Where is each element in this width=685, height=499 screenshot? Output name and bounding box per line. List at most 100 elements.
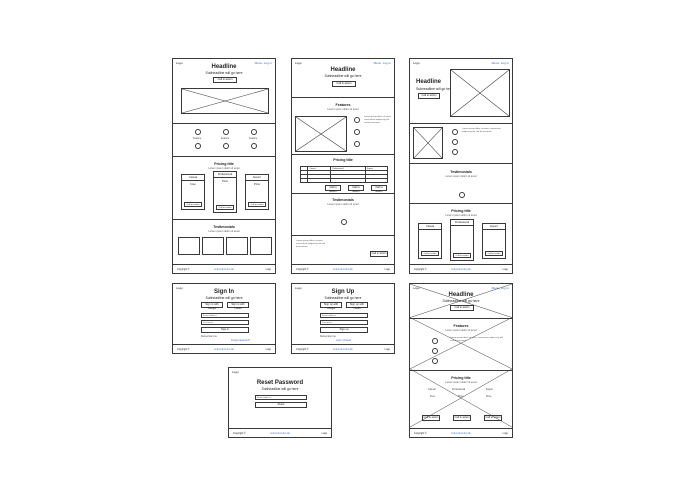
testimonial-card: [202, 237, 224, 255]
footer-logo: Logo: [321, 432, 327, 435]
pricing-table-section: Pricing title Casual Professional Expert C…: [292, 154, 394, 193]
feature-icon: [432, 338, 438, 344]
password-field[interactable]: Password: [201, 320, 249, 325]
twitter-signin-button[interactable]: Sign in with Twitter: [227, 302, 249, 310]
footer-links[interactable]: Link Link Link Link: [410, 432, 512, 435]
footer: Copyright © Link Link Link Link Logo: [173, 344, 275, 353]
nav-links[interactable]: Menu, Log in: [492, 286, 509, 290]
plan-button[interactable]: Call to action: [248, 202, 266, 207]
remember-me[interactable]: Remember me: [320, 335, 336, 338]
about-text: Lorem ipsum dolor sit amet, consectetur …: [296, 240, 326, 248]
remember-me[interactable]: Remember me: [201, 335, 217, 338]
wireframe-rejected-landing: Logo Menu, Log in Headline Subheadline w…: [409, 283, 513, 438]
feature-image-placeholder: [413, 127, 443, 159]
plan-button[interactable]: Call to action: [371, 185, 387, 193]
plan-price: Price: [458, 395, 464, 398]
plan-price: Free: [430, 395, 435, 398]
plan-button[interactable]: Call to action: [216, 205, 234, 210]
footer-logo: Logo: [265, 268, 271, 271]
cta-button[interactable]: Call to action: [418, 93, 440, 99]
plan-name: Professional: [452, 388, 466, 391]
google-signup-button[interactable]: Sign up with Google: [320, 302, 342, 310]
logo: Logo: [232, 370, 239, 374]
footer-links[interactable]: Link Link Link Link: [292, 268, 394, 271]
footer: Copyright © Link Link Link Link Logo: [410, 264, 512, 273]
signin-subtitle: Subheadline will go here: [205, 296, 243, 300]
pricing-subtitle: Lorem ipsum dolor sit amet: [208, 167, 240, 170]
pricing-title: Pricing title: [451, 376, 471, 380]
cta-button[interactable]: Call to action: [213, 77, 237, 83]
plan-button[interactable]: Call to action: [485, 251, 503, 256]
password-field[interactable]: Password: [320, 320, 368, 325]
footer-links[interactable]: Link Link Link Link: [173, 268, 275, 271]
feature-image-placeholder: [295, 116, 347, 152]
plan-button[interactable]: Call to action: [484, 415, 502, 421]
plan-button[interactable]: Call to action: [348, 185, 364, 193]
google-signin-button[interactable]: Sign in with Google: [201, 302, 223, 310]
plan-price: Price: [486, 395, 492, 398]
avatar: [341, 219, 347, 225]
footer-logo: Logo: [502, 432, 508, 435]
nav-links[interactable]: Menu, Log in: [492, 61, 509, 65]
email-field[interactable]: Email address: [320, 313, 368, 318]
pricing-card: Professional Call to action: [450, 219, 474, 261]
twitter-signup-button[interactable]: Sign up with Twitter: [346, 302, 368, 310]
testimonial-card: [250, 237, 272, 255]
cta-button[interactable]: Call to action: [332, 81, 356, 87]
feature-icon: [452, 139, 458, 145]
plan-button[interactable]: Call to action: [325, 185, 341, 193]
email-field[interactable]: Email address: [255, 395, 307, 400]
footer-links[interactable]: Link Link Link Link: [229, 432, 331, 435]
login-link[interactable]: Log in instead: [336, 339, 351, 342]
pricing-title: Pricing title: [451, 209, 471, 213]
signin-title: Sign In: [214, 289, 234, 295]
wireframe-landing-c: Logo Menu, Log in Headline Subheadline w…: [409, 58, 513, 274]
feature-text: Lorem ipsum dolor sit amet, consectetur …: [462, 128, 501, 133]
signup-submit-button[interactable]: Sign up: [320, 327, 368, 333]
cta-button[interactable]: Call to action: [370, 251, 388, 257]
plan-name: Casual: [428, 388, 436, 391]
headline: Headline: [330, 67, 356, 73]
nav-links[interactable]: Menu, Log in: [374, 61, 391, 65]
plan-name: Professional: [214, 173, 236, 178]
footer: Copyright © Link Link Link Link Logo: [410, 428, 512, 437]
features-title: Features: [453, 324, 469, 328]
plan-button[interactable]: Call to action: [453, 253, 471, 258]
features-title: Features: [335, 103, 351, 107]
wireframe-sign-up: Logo Sign Up Subheadline will go here Si…: [291, 283, 395, 354]
pricing-section: Pricing title Lorem ipsum dolor sit amet…: [173, 156, 275, 218]
footer-links[interactable]: Link Link Link Link: [173, 348, 275, 351]
plan-price: Price: [254, 183, 260, 186]
headline: Headline: [416, 79, 442, 85]
cta-button[interactable]: Call to action: [450, 305, 474, 311]
footer-links[interactable]: Link Link Link Link: [292, 348, 394, 351]
feature-icon: [223, 143, 229, 149]
pricing-subtitle: Lorem ipsum dolor sit amet: [445, 214, 477, 217]
plan-button[interactable]: Call to action: [421, 251, 439, 256]
feature-icon: [432, 358, 438, 364]
reset-subtitle: Subheadline will go here: [261, 387, 299, 391]
feature-label: Feature: [249, 137, 258, 140]
features-subtitle: Lorem ipsum dolor sit amet: [445, 329, 477, 332]
footer-logo: Logo: [384, 348, 390, 351]
plan-button[interactable]: Call to action: [422, 415, 440, 421]
features-section: Features Lorem ipsum dolor sit amet Lore…: [292, 97, 394, 161]
footer: Copyright © Link Link Link Link Logo: [229, 428, 331, 437]
footer-links[interactable]: Link Link Link Link: [410, 268, 512, 271]
plan-button[interactable]: Call to action: [184, 202, 202, 207]
plan-button[interactable]: Call to action: [453, 415, 471, 421]
footer: Copyright © Link Link Link Link Logo: [173, 264, 275, 273]
forgot-password-link[interactable]: Forgot password?: [231, 339, 250, 342]
email-field[interactable]: Email address: [201, 313, 249, 318]
feature-label: Feature: [221, 137, 230, 140]
reset-submit-button[interactable]: Reset: [255, 402, 307, 408]
feature-icon: [452, 149, 458, 155]
feature-icon: [432, 348, 438, 354]
subheadline: Subheadline will go here: [324, 74, 362, 78]
testimonials-subtitle: Lorem ipsum dolor sit amet: [327, 203, 359, 206]
footer-logo: Logo: [384, 268, 390, 271]
headline: Headline: [448, 292, 474, 298]
testimonials-title: Testimonials: [332, 198, 354, 202]
subheadline: Subheadline will go here: [416, 87, 453, 91]
signin-submit-button[interactable]: Sign in: [201, 327, 249, 333]
